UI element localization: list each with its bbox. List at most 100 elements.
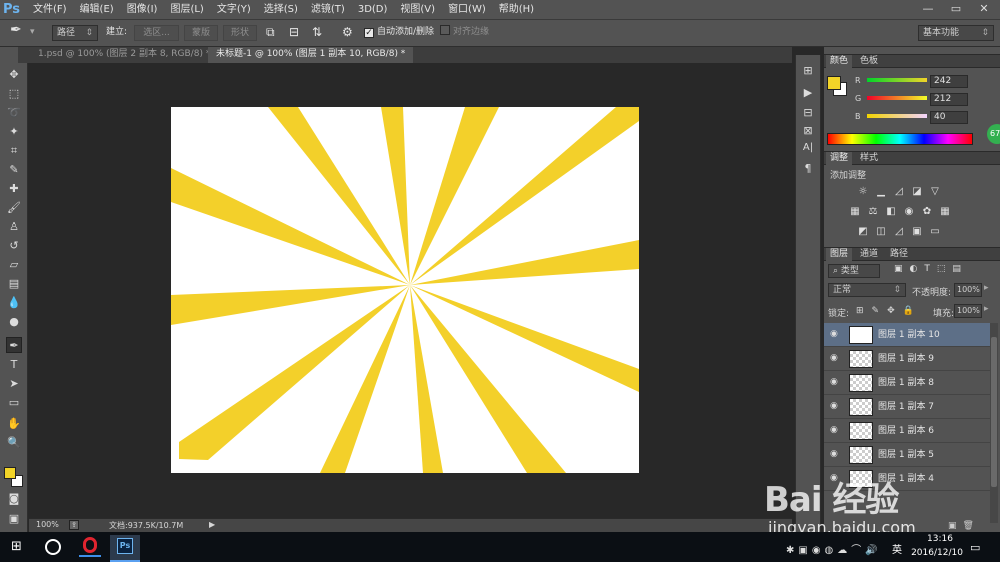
menu-3d[interactable]: 3D(D) [358,0,388,20]
r-value[interactable]: 242 [930,75,968,88]
scrollbar-thumb[interactable] [991,337,997,487]
magic-wand-tool-icon[interactable]: ✦ [6,124,22,140]
auto-add-delete-checkbox[interactable]: ✓ 自动添加/删除 [364,25,434,41]
layers-scrollbar[interactable] [990,323,998,523]
layer-row[interactable]: ◉ 图层 1 副本 8 [824,371,990,395]
move-tool-icon[interactable]: ✥ [6,67,22,83]
pen-tool-icon[interactable]: ✒ [6,337,22,353]
menu-select[interactable]: 选择(S) [264,0,298,20]
canvas[interactable] [171,107,639,473]
status-menu-arrow-icon[interactable]: ▶ [209,520,215,529]
mode-select[interactable]: 路径 ⇕ [52,25,98,41]
crop-tool-icon[interactable]: ⌗ [6,143,22,159]
layer-filter-select[interactable]: ⌕ 类型 [828,264,880,278]
menu-layer[interactable]: 图层(L) [170,0,203,20]
black-white-icon[interactable]: ◧ [885,206,897,217]
color-spectrum-bar[interactable] [827,133,973,145]
type-tool-icon[interactable]: T [6,357,22,373]
menu-help[interactable]: 帮助(H) [499,0,534,20]
windows-start-icon[interactable]: ⊞ [11,540,25,554]
invert-icon[interactable]: ◩ [857,226,869,237]
shape-button[interactable]: 形状 [223,25,257,41]
rectangle-tool-icon[interactable]: ▭ [6,395,22,411]
mask-button[interactable]: 蒙版 [184,25,218,41]
threshold-icon[interactable]: ◿ [893,226,905,237]
tab-swatches[interactable]: 色板 [856,55,882,68]
vibrance-icon[interactable]: ▽ [929,186,941,197]
g-value[interactable]: 212 [930,93,968,106]
selection-button[interactable]: 选区... [134,25,179,41]
photo-filter-icon[interactable]: ◉ [903,206,915,217]
hand-tool-icon[interactable]: ✋ [6,416,22,432]
export-icon[interactable]: ⇪ [69,520,79,530]
menu-window[interactable]: 窗口(W) [448,0,486,20]
layer-row[interactable]: ◉ 图层 1 副本 9 [824,347,990,371]
opacity-arrow-icon[interactable]: ▸ [984,283,989,293]
menu-filter[interactable]: 滤镜(T) [311,0,345,20]
tool-preset-dropdown-icon[interactable]: ▾ [30,25,35,41]
cortana-icon[interactable] [45,539,61,555]
pen-tool-icon[interactable]: ✒ [10,23,22,39]
layer-name[interactable]: 图层 1 副本 10 [878,323,940,347]
paragraph-panel-icon[interactable]: ¶ [800,161,816,177]
history-brush-tool-icon[interactable]: ↺ [6,238,22,254]
eyedropper-tool-icon[interactable]: ✎ [6,162,22,178]
clock-time[interactable]: 13:16 [920,534,960,544]
curves-icon[interactable]: ◿ [893,186,905,197]
levels-icon[interactable]: ▁ [875,186,887,197]
gradient-map-icon[interactable]: ▭ [929,226,941,237]
eraser-tool-icon[interactable]: ▱ [6,257,22,273]
layer-name[interactable]: 图层 1 副本 9 [878,347,934,371]
tab-paths[interactable]: 路径 [886,248,912,261]
system-tray-icons[interactable]: ✱▣◉◍☁⌒🔊 [786,541,882,556]
tab-adjustments[interactable]: 调整 [826,152,853,165]
properties-panel-icon[interactable]: ⊟ [800,105,816,121]
opacity-input[interactable]: 100% [954,283,982,297]
notification-icon[interactable]: ▭ [970,541,980,554]
fill-arrow-icon[interactable]: ▸ [984,304,989,314]
screen-mode-icon[interactable]: ▣ [6,511,22,527]
b-value[interactable]: 40 [930,111,968,124]
eye-icon[interactable]: ◉ [830,329,840,339]
close-button[interactable]: ✕ [970,0,998,18]
layer-row[interactable]: ◉ 图层 1 副本 6 [824,419,990,443]
eye-icon[interactable]: ◉ [830,449,840,459]
layer-row[interactable]: ◉ 图层 1 副本 5 [824,443,990,467]
path-alignment-icon[interactable]: ⊟ [289,25,299,41]
tab-untitled-1[interactable]: 未标题-1 @ 100% (图层 1 副本 10, RGB/8) * [208,47,414,63]
character-panel-icon[interactable]: A| [800,140,816,156]
tab-color[interactable]: 颜色 [826,55,853,68]
menu-type[interactable]: 文字(Y) [217,0,251,20]
clock-date[interactable]: 2016/12/10 [906,548,968,558]
opera-taskbar-item[interactable] [79,537,101,557]
gear-icon[interactable]: ⚙ [342,25,353,41]
layer-row[interactable]: ◉ 图层 1 副本 7 [824,395,990,419]
lock-icons[interactable]: ⊞✎✥🔒 [856,306,922,316]
brightness-icon[interactable]: ☼ [857,186,869,197]
exposure-icon[interactable]: ◪ [911,186,923,197]
layer-name[interactable]: 图层 1 副本 5 [878,443,934,467]
photoshop-taskbar-item[interactable]: Ps [110,535,140,562]
tab-layers[interactable]: 图层 [826,248,853,261]
dodge-tool-icon[interactable]: ● [6,314,22,330]
menu-file[interactable]: 文件(F) [33,0,67,20]
layer-row[interactable]: ◉ 图层 1 副本 10 [824,323,990,347]
zoom-level[interactable]: 100% [36,520,59,529]
layer-name[interactable]: 图层 1 副本 8 [878,371,934,395]
path-selection-tool-icon[interactable]: ➤ [6,376,22,392]
layer-name[interactable]: 图层 1 副本 7 [878,395,934,419]
menu-edit[interactable]: 编辑(E) [80,0,114,20]
tab-styles[interactable]: 样式 [856,152,882,165]
menu-view[interactable]: 视图(V) [400,0,435,20]
fill-input[interactable]: 100% [954,304,982,318]
restore-button[interactable]: ▭ [942,0,970,18]
actions-panel-icon[interactable]: ▶ [800,85,816,101]
brush-tool-icon[interactable]: 🖌 [6,200,22,216]
clone-stamp-tool-icon[interactable]: ♙ [6,219,22,235]
eye-icon[interactable]: ◉ [830,425,840,435]
healing-brush-tool-icon[interactable]: ✚ [6,181,22,197]
channel-mixer-icon[interactable]: ✿ [921,206,933,217]
info-panel-icon[interactable]: ⊠ [800,123,816,139]
eye-icon[interactable]: ◉ [830,377,840,387]
menu-image[interactable]: 图像(I) [127,0,158,20]
